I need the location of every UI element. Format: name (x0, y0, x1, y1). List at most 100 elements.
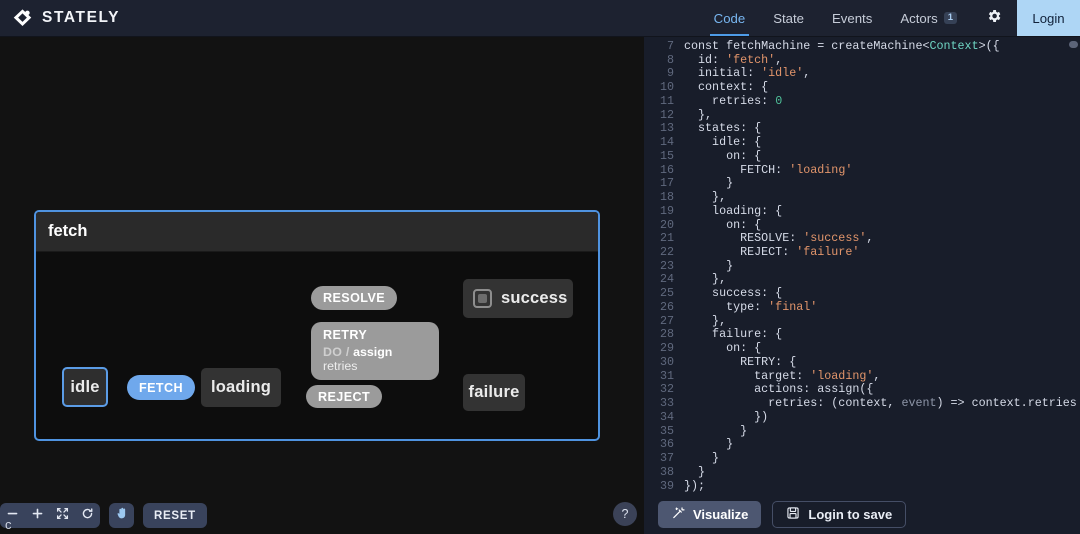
panel-tabs: Code State Events Actors 1 (700, 0, 971, 36)
code-text[interactable]: retries: (context, event) => context.ret… (684, 397, 1080, 411)
code-text[interactable]: on: { (684, 219, 761, 233)
code-lines: 7const fetchMachine = createMachine<Cont… (644, 40, 1080, 493)
code-text[interactable]: retries: 0 (684, 95, 782, 109)
code-text[interactable]: REJECT: 'failure' (684, 246, 859, 260)
code-text[interactable]: initial: 'idle', (684, 67, 810, 81)
line-number: 12 (644, 109, 684, 123)
stray-character: c (5, 517, 12, 532)
line-number: 21 (644, 232, 684, 246)
settings-button[interactable] (971, 0, 1017, 36)
code-line: 29 on: { (644, 342, 1080, 356)
floppy-disk-icon (786, 506, 800, 523)
code-text[interactable]: } (684, 466, 705, 480)
top-navigation-bar: STATELY Code State Events Actors 1 (0, 0, 1080, 37)
state-node-loading-label: loading (211, 378, 271, 397)
state-node-success[interactable]: success (463, 279, 573, 318)
line-number: 20 (644, 219, 684, 233)
pan-tool-toggle[interactable] (109, 503, 134, 528)
event-pill-retry-label: RETRY (323, 328, 427, 342)
reset-button[interactable]: RESET (143, 503, 207, 528)
code-text[interactable]: context: { (684, 81, 768, 95)
retry-action-keyword: DO / (323, 345, 350, 359)
event-pill-retry[interactable]: RETRY DO / assign retries (311, 322, 439, 380)
code-line: 37 } (644, 452, 1080, 466)
line-number: 34 (644, 411, 684, 425)
code-line: 33 retries: (context, event) => context.… (644, 397, 1080, 411)
code-line: 26 type: 'final' (644, 301, 1080, 315)
code-text[interactable]: }, (684, 315, 726, 329)
code-text[interactable]: } (684, 438, 733, 452)
code-text[interactable]: }, (684, 191, 726, 205)
code-text[interactable]: target: 'loading', (684, 370, 880, 384)
code-text[interactable]: on: { (684, 342, 761, 356)
code-line: 19 loading: { (644, 205, 1080, 219)
code-text[interactable]: }, (684, 273, 726, 287)
code-line: 14 idle: { (644, 136, 1080, 150)
zoom-out-button[interactable] (0, 503, 25, 528)
code-text[interactable]: const fetchMachine = createMachine<Conte… (684, 40, 1000, 54)
code-line: 8 id: 'fetch', (644, 54, 1080, 68)
code-text[interactable]: FETCH: 'loading' (684, 164, 852, 178)
code-text[interactable]: } (684, 452, 719, 466)
state-node-idle[interactable]: idle (62, 367, 108, 407)
tab-actors[interactable]: Actors 1 (886, 0, 971, 36)
code-text[interactable]: loading: { (684, 205, 782, 219)
tab-events[interactable]: Events (818, 0, 886, 36)
line-number: 32 (644, 383, 684, 397)
question-mark-icon: ? (622, 507, 629, 521)
login-to-save-button-label: Login to save (808, 507, 892, 522)
login-button[interactable]: Login (1017, 0, 1080, 36)
code-line: 36 } (644, 438, 1080, 452)
code-text[interactable]: actions: assign({ (684, 383, 873, 397)
code-text[interactable]: failure: { (684, 328, 782, 342)
line-number: 37 (644, 452, 684, 466)
login-to-save-button[interactable]: Login to save (772, 501, 906, 528)
diagram-canvas[interactable]: fetch idle loading success failure FETCH (0, 37, 644, 534)
tab-state[interactable]: State (759, 0, 818, 36)
tab-events-label: Events (832, 11, 872, 26)
stately-editor-app: STATELY Code State Events Actors 1 (0, 0, 1080, 534)
code-text[interactable]: idle: { (684, 136, 761, 150)
event-pill-reject[interactable]: REJECT (306, 385, 382, 408)
zoom-in-button[interactable] (25, 503, 50, 528)
retry-action-name: assign (353, 345, 392, 359)
code-text[interactable]: } (684, 260, 733, 274)
state-node-failure[interactable]: failure (463, 374, 525, 411)
reset-zoom-button[interactable] (75, 503, 100, 528)
code-line: 18 }, (644, 191, 1080, 205)
code-text[interactable]: RETRY: { (684, 356, 796, 370)
event-pill-resolve[interactable]: RESOLVE (311, 286, 397, 310)
state-node-loading[interactable]: loading (201, 368, 281, 407)
code-text[interactable]: on: { (684, 150, 761, 164)
line-number: 24 (644, 273, 684, 287)
code-text[interactable]: success: { (684, 287, 782, 301)
code-text[interactable]: states: { (684, 122, 761, 136)
code-line: 15 on: { (644, 150, 1080, 164)
editor-scrollbar[interactable] (1069, 41, 1078, 48)
visualize-button[interactable]: Visualize (658, 501, 761, 528)
code-text[interactable]: RESOLVE: 'success', (684, 232, 873, 246)
line-number: 7 (644, 40, 684, 54)
help-button[interactable]: ? (613, 502, 637, 526)
topbar-spacer (300, 0, 700, 36)
final-state-icon (473, 289, 492, 308)
hand-pan-icon (115, 506, 129, 525)
fit-to-screen-button[interactable] (50, 503, 75, 528)
fit-to-screen-icon (56, 507, 69, 525)
event-pill-fetch[interactable]: FETCH (127, 375, 195, 400)
code-text[interactable]: type: 'final' (684, 301, 817, 315)
event-pill-retry-action: DO / assign retries (323, 345, 427, 373)
tab-code-label: Code (714, 11, 746, 26)
main-body: fetch idle loading success failure FETCH (0, 37, 1080, 534)
code-text[interactable]: id: 'fetch', (684, 54, 782, 68)
code-text[interactable]: }, (684, 109, 712, 123)
code-text[interactable]: } (684, 425, 747, 439)
line-number: 36 (644, 438, 684, 452)
code-text[interactable]: }) (684, 411, 768, 425)
line-number: 25 (644, 287, 684, 301)
code-text[interactable]: }); (684, 480, 705, 494)
code-editor[interactable]: 7const fetchMachine = createMachine<Cont… (644, 37, 1080, 495)
tab-code[interactable]: Code (700, 0, 760, 36)
code-line: 34 }) (644, 411, 1080, 425)
code-text[interactable]: } (684, 177, 733, 191)
